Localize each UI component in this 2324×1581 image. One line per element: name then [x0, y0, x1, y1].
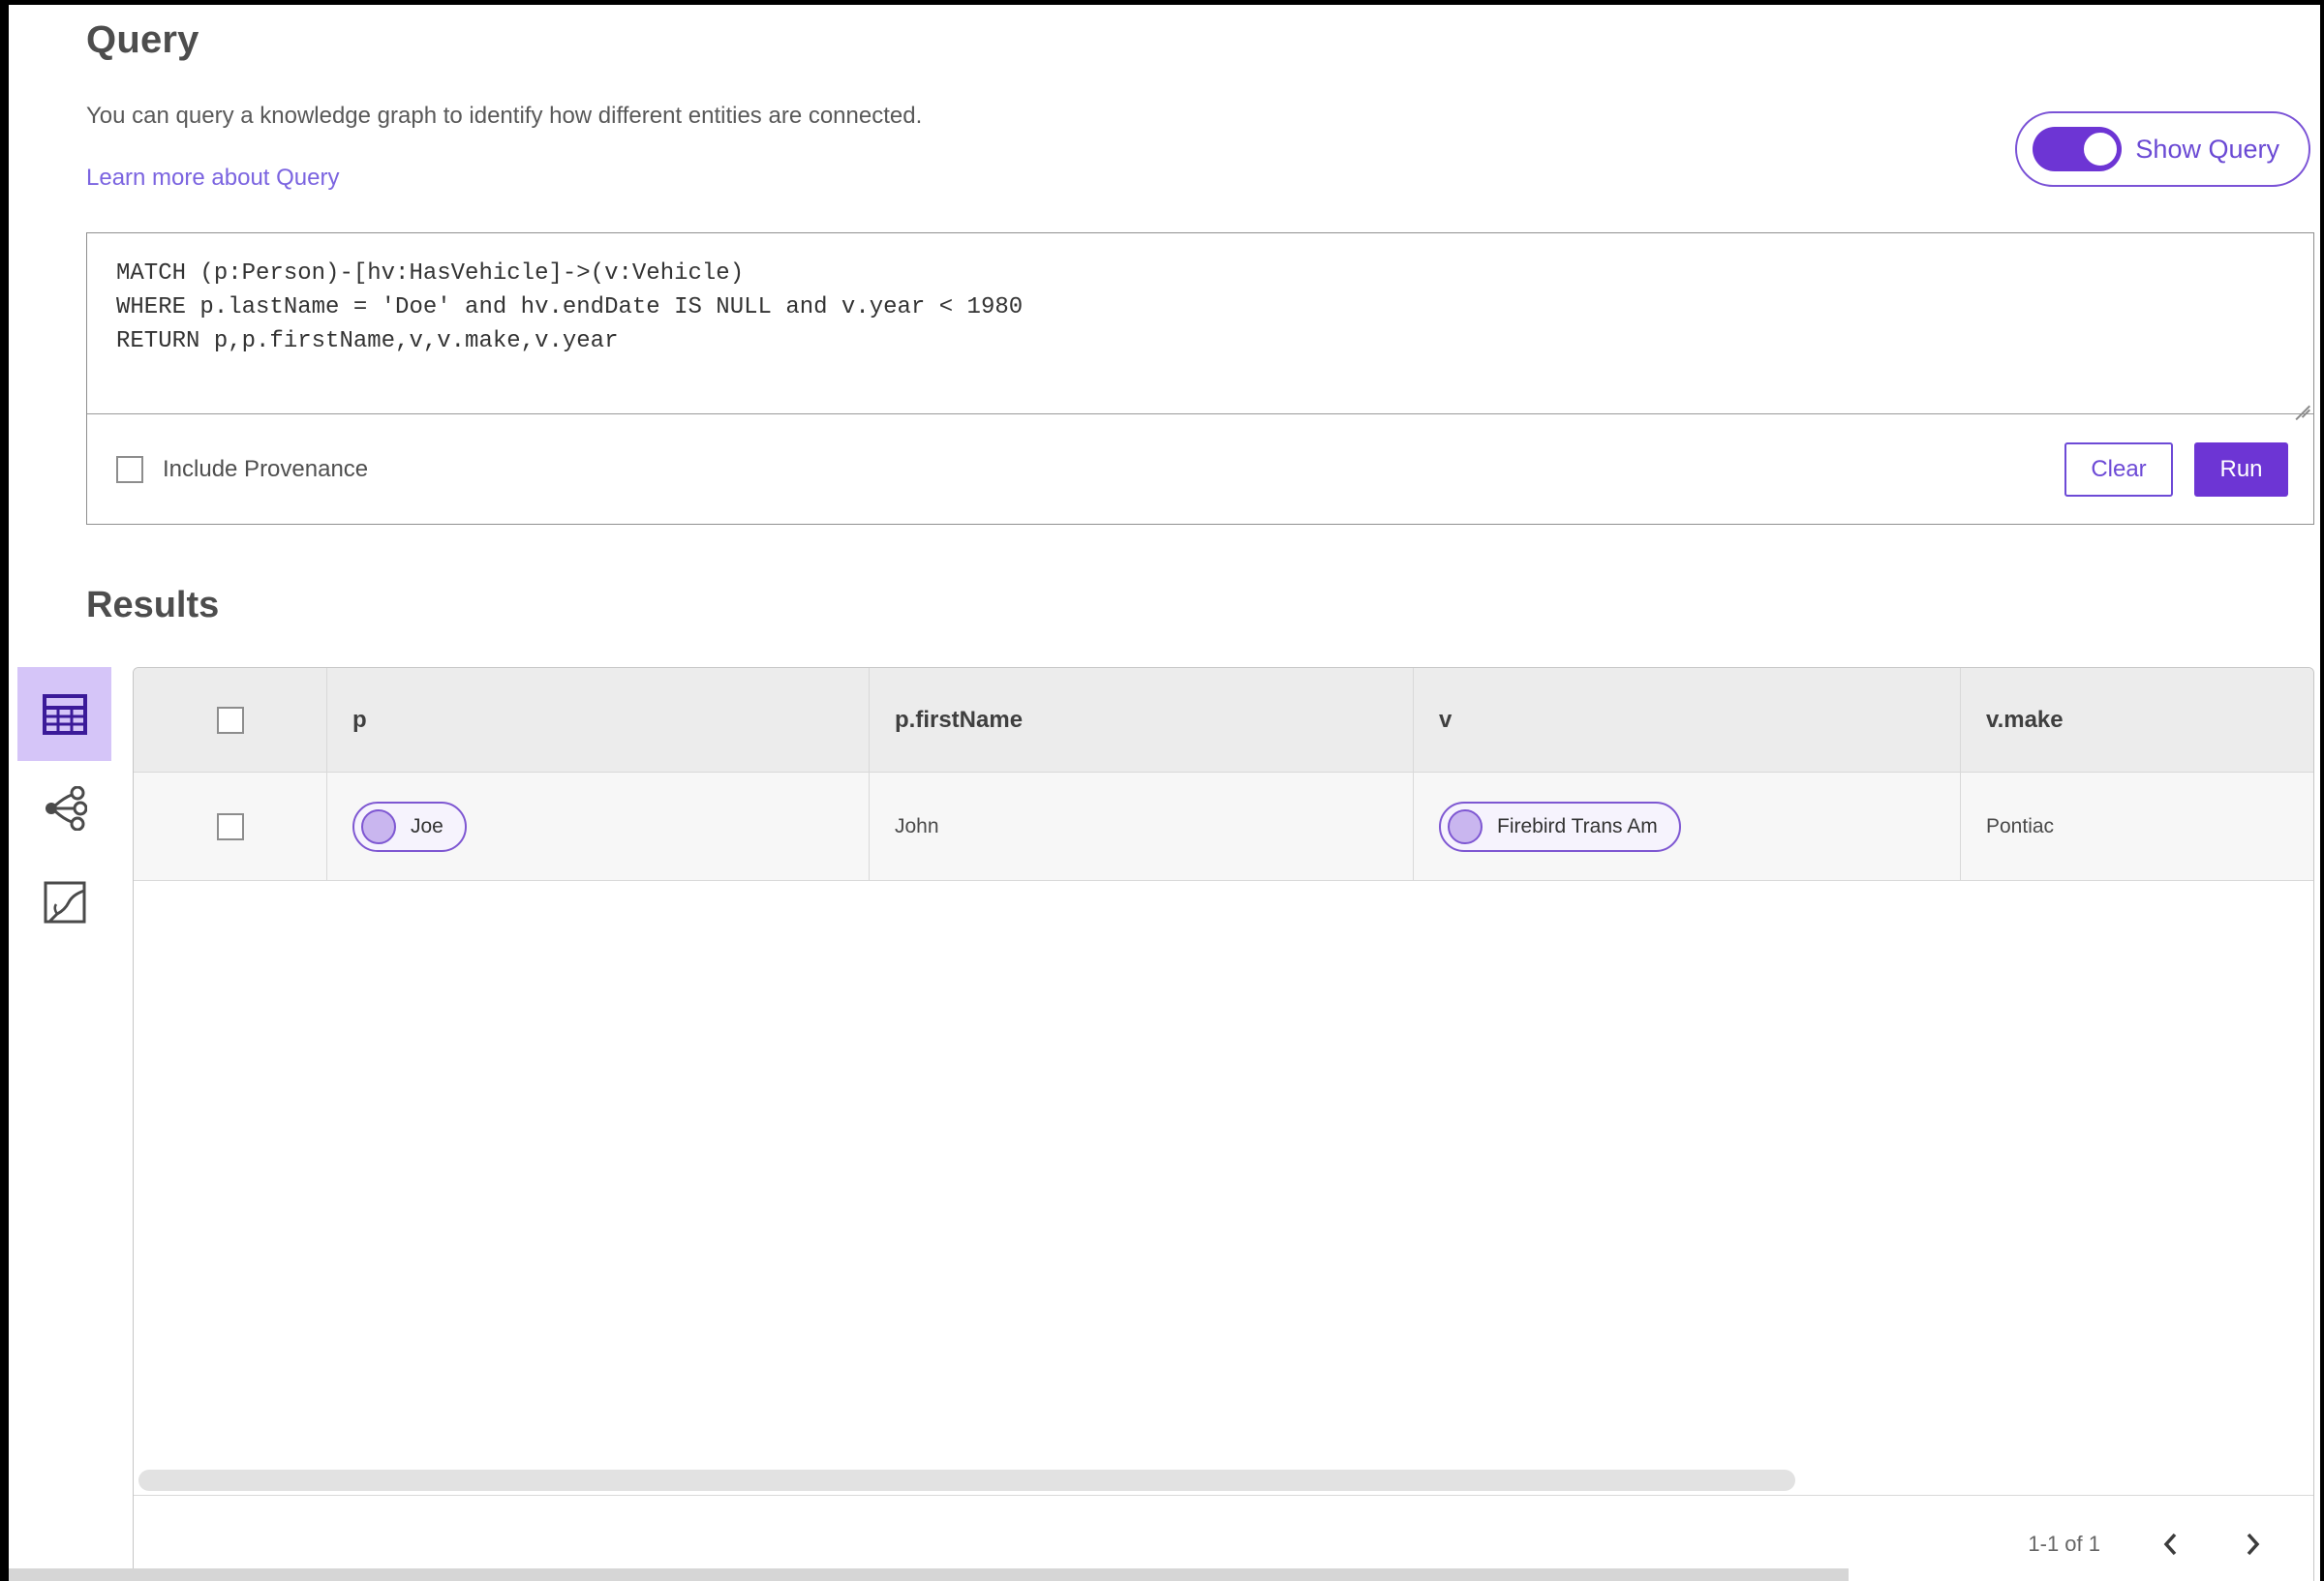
horizontal-scrollbar[interactable]	[134, 1466, 2313, 1495]
header-checkbox-cell	[134, 668, 327, 772]
cell-value: John	[895, 814, 939, 837]
cell-p: Joe	[327, 773, 870, 880]
select-all-checkbox[interactable]	[216, 706, 244, 734]
map-view-icon	[44, 881, 85, 923]
network-view-icon	[45, 785, 87, 831]
network-view-button[interactable]	[17, 761, 111, 855]
cell-value: Pontiac	[1986, 814, 2055, 837]
show-query-toggle[interactable]: Show Query	[2015, 111, 2310, 187]
query-textarea[interactable]: MATCH (p:Person)-[hv:HasVehicle]->(v:Veh…	[87, 233, 2313, 413]
page: Query You can query a knowledge graph to…	[0, 0, 2324, 1581]
column-header-label: v.make	[1986, 706, 2064, 733]
query-editor: MATCH (p:Person)-[hv:HasVehicle]->(v:Veh…	[86, 232, 2314, 525]
table-view-icon	[42, 693, 87, 735]
cell-v-make: Pontiac	[1961, 773, 2313, 880]
show-query-label: Show Query	[2135, 134, 2279, 164]
horizontal-scrollbar-thumb[interactable]	[138, 1470, 1795, 1491]
resize-handle-icon[interactable]	[2293, 393, 2310, 410]
row-checkbox[interactable]	[216, 812, 244, 840]
map-view-button[interactable]	[17, 855, 111, 949]
query-textarea-wrap: MATCH (p:Person)-[hv:HasVehicle]->(v:Veh…	[87, 233, 2313, 414]
include-provenance-checkbox[interactable]	[116, 455, 143, 483]
column-header-p-firstname: p.firstName	[870, 668, 1414, 772]
node-icon	[361, 808, 396, 844]
cell-p-firstname: John	[870, 773, 1414, 880]
row-checkbox-cell	[134, 773, 327, 880]
view-switcher-rail	[9, 667, 133, 1581]
window-scrollbar[interactable]	[9, 1568, 1849, 1581]
toggle-switch-icon	[2033, 127, 2123, 171]
query-toolbar: Include Provenance Clear Run	[87, 414, 2313, 524]
results-title: Results	[86, 585, 220, 625]
column-header-v-make: v.make	[1961, 668, 2313, 772]
next-page-button[interactable]	[2242, 1532, 2263, 1557]
previous-page-button[interactable]	[2160, 1532, 2182, 1557]
chevron-right-icon	[2247, 1533, 2260, 1556]
table-header-row: p p.firstName v v.make	[134, 668, 2313, 773]
chevron-left-icon	[2163, 1533, 2177, 1556]
clear-button[interactable]: Clear	[2064, 441, 2173, 497]
pagination-range: 1-1 of 1	[2028, 1532, 2100, 1556]
column-header-p: p	[327, 668, 870, 772]
table-empty-area	[134, 881, 2313, 1466]
toggle-knob	[2081, 130, 2121, 168]
query-description: You can query a knowledge graph to ident…	[86, 103, 923, 129]
include-provenance-label: Include Provenance	[163, 455, 369, 482]
entity-pill-label: Firebird Trans Am	[1497, 814, 1658, 837]
column-header-label: v	[1439, 706, 1452, 733]
entity-pill-label: Joe	[411, 814, 443, 837]
entity-pill-person[interactable]: Joe	[352, 801, 467, 852]
column-header-label: p.firstName	[895, 706, 1024, 733]
run-button[interactable]: Run	[2194, 441, 2288, 497]
column-header-v: v	[1414, 668, 1961, 772]
page-title: Query	[86, 18, 199, 61]
results-area: p p.firstName v v.make Joe John Firebird…	[9, 667, 2320, 1581]
learn-more-link[interactable]: Learn more about Query	[86, 165, 339, 192]
entity-pill-vehicle[interactable]: Firebird Trans Am	[1439, 801, 1681, 852]
results-table: p p.firstName v v.make Joe John Firebird…	[133, 667, 2314, 1581]
column-header-label: p	[352, 706, 367, 733]
cell-v: Firebird Trans Am	[1414, 773, 1961, 880]
node-icon	[1448, 808, 1483, 844]
table-view-button[interactable]	[17, 667, 111, 761]
table-row: Joe John Firebird Trans Am Pontiac	[134, 773, 2313, 881]
query-header: Query You can query a knowledge graph to…	[86, 18, 2316, 192]
